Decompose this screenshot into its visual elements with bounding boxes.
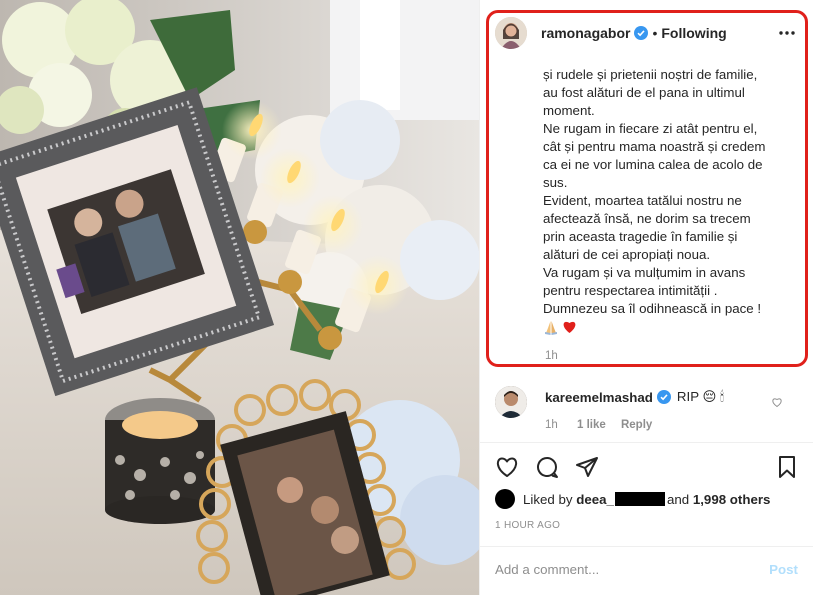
likes-connector: and [666,491,690,507]
post-caption: și rudele și prietenii noștri de familie… [543,66,793,338]
caption-line: Dumnezeu sa îl odihnească in pace ! [543,301,762,316]
likes-summary: Liked by deea_ and 1,998 others [495,489,770,509]
caption-line: sus. [543,175,568,190]
comment-bubble-icon[interactable] [535,455,559,479]
post-actions [495,455,800,479]
caption-line: și rudele și prietenii noștri de familie… [543,67,758,82]
following-button[interactable]: Following [661,25,726,41]
caption-line: Va rugam și va mulțumim in avans [543,265,746,280]
comment-timestamp: 1h [545,419,558,431]
praying-hands-icon [543,319,559,340]
caption-timestamp: 1h [545,350,558,362]
liked-by-label: Liked by [523,491,573,507]
caption-line: moment. [543,103,595,118]
comment-likes-count[interactable]: 1 like [577,419,606,431]
caption-line: ca ei ne vor lumina calea de acolo de [543,157,763,172]
caption-line: cât și pentru mama noastră și credem [543,139,766,154]
caption-line: Ne rugam in fiecare zi atât pentru el, [543,121,758,136]
post-comment-button[interactable]: Post [769,562,798,577]
commenter-username[interactable]: kareemelmashad [545,390,653,405]
likes-others-count[interactable]: 1,998 others [693,492,771,507]
author-username[interactable]: ramonagabor [541,25,630,41]
commenter-avatar[interactable] [495,386,527,418]
author-avatar[interactable] [495,17,527,49]
comment-text: kareemelmashad RIP 😔 🕯 [545,389,724,405]
post-header: ramonagabor • Following [495,17,805,49]
red-heart-icon [562,320,577,339]
caption-line: alături de cei apropiați noua. [543,247,711,262]
verified-badge-icon [656,390,671,404]
more-options-icon[interactable] [777,23,797,43]
caption-emoji-line [543,320,793,338]
verified-badge-icon [634,26,649,40]
liker-avatar[interactable] [495,489,515,509]
caption-line: au fost alături de el pana in ultimul [543,85,745,100]
comment-reply-button[interactable]: Reply [621,419,652,431]
comment-meta: 1h 1 like Reply [545,419,652,431]
header-separator: • [652,25,658,41]
save-bookmark-icon[interactable] [775,455,799,479]
redacted-name [614,492,665,506]
add-comment-bar: Post [495,562,800,580]
post-timestamp[interactable]: 1 HOUR AGO [495,520,560,531]
share-paper-plane-icon[interactable] [575,455,599,479]
caption-line: afectează însă, ne dorim sa trecem [543,211,751,226]
comment-input[interactable] [495,562,735,577]
post-photo[interactable] [0,0,479,595]
comment-body: RIP 😔 🕯 [676,389,724,404]
caption-line: prin aceasta tragedie în familie și [543,229,738,244]
caption-line: Evident, moartea tatălui nostru ne [543,193,742,208]
comment-like-heart-icon[interactable] [771,395,783,408]
liker-username[interactable]: deea_ [576,492,614,507]
caption-line: pentru respectarea intimității . [543,283,718,298]
like-heart-icon[interactable] [495,455,519,479]
